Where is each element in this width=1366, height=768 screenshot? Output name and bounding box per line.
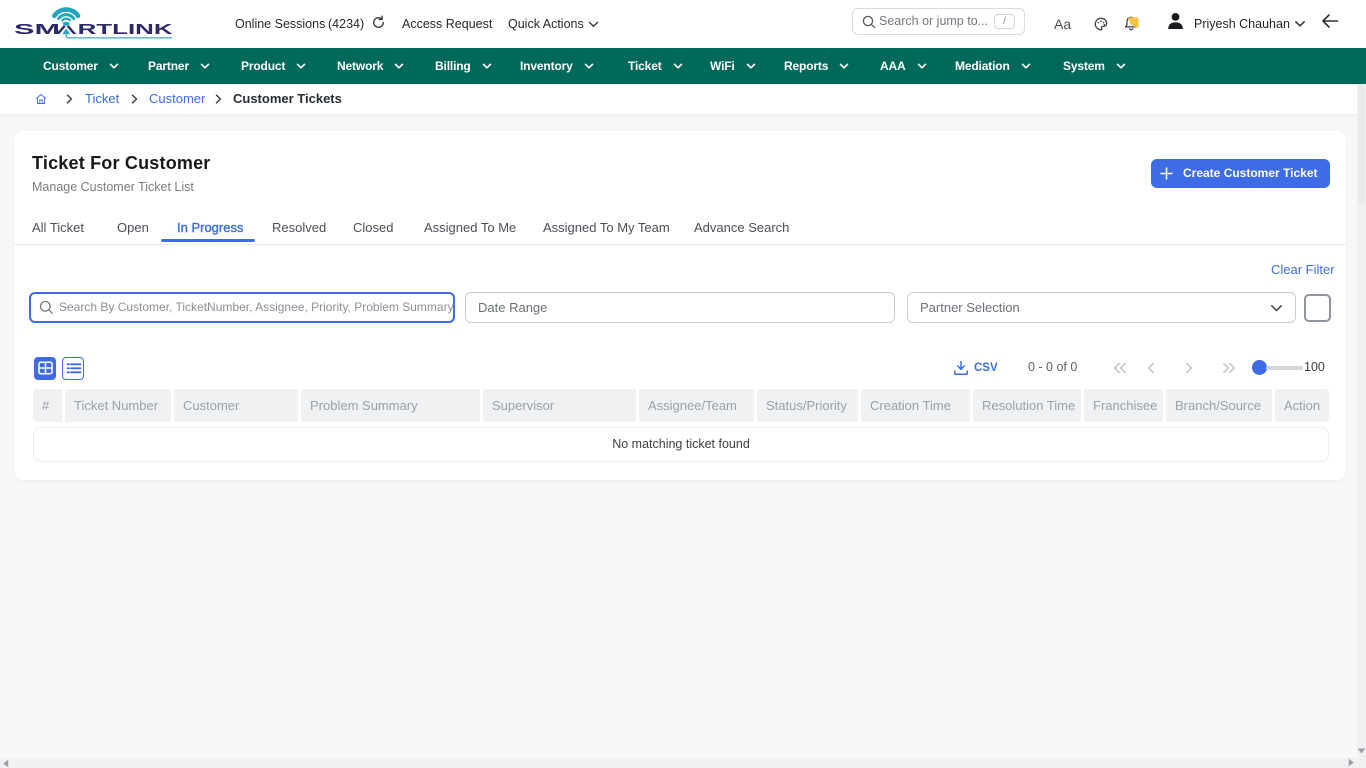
svg-text:SM: SM (14, 22, 60, 38)
svg-text:RTLINK: RTLINK (78, 22, 174, 38)
